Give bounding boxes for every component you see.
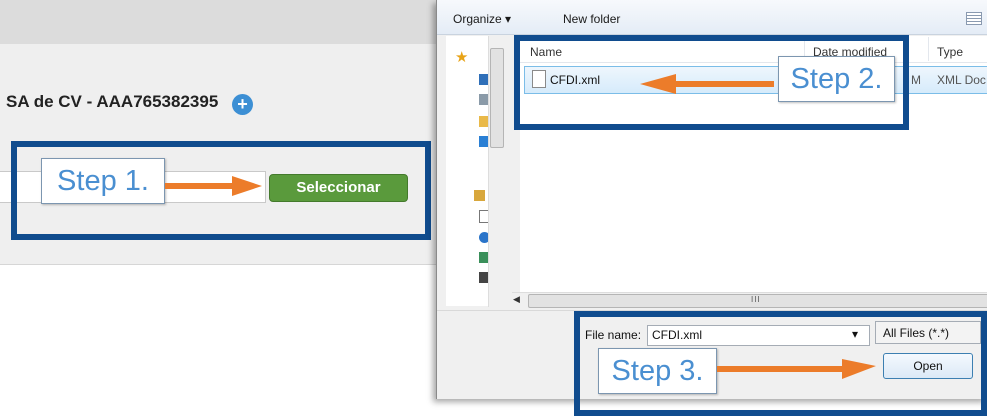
step3-arrow: [717, 359, 876, 379]
step3-arrow-icon: [717, 359, 876, 379]
